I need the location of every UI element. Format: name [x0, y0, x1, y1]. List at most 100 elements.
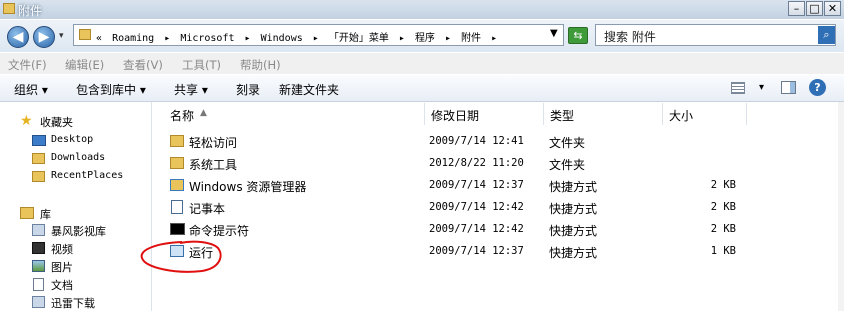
file-row[interactable]: 记事本 2009/7/14 12:42 快捷方式 2 KB [164, 197, 764, 218]
breadcrumb-item-programs[interactable]: 程序 [415, 33, 435, 44]
downloads-folder-icon [32, 153, 45, 164]
file-type: 快捷方式 [549, 224, 598, 238]
file-modified: 2009/7/14 12:42 [429, 201, 524, 213]
column-header-row: 名称 ▲ 修改日期 类型 大小 [164, 103, 838, 125]
column-header-size[interactable]: 大小 [663, 103, 747, 125]
recent-places-icon [32, 171, 45, 182]
share-button[interactable]: 共享 ▾ [174, 81, 208, 98]
menu-view[interactable]: 查看(V) [123, 57, 163, 73]
nav-item-label: 暴风影视库 [51, 225, 106, 238]
desktop-icon [32, 135, 46, 146]
breadcrumb-item-accessories[interactable]: 附件 [461, 33, 481, 44]
folder-icon [170, 157, 184, 169]
breadcrumb-separator[interactable]: ▸ [491, 33, 497, 44]
file-name: 系统工具 [189, 158, 238, 172]
library-icon [20, 207, 34, 219]
column-header-label: 大小 [669, 109, 694, 123]
breadcrumb-separator[interactable]: ▸ [313, 33, 319, 44]
file-name: 记事本 [189, 202, 226, 216]
file-modified: 2009/7/14 12:37 [429, 179, 524, 191]
organize-button[interactable]: 组织 ▾ [14, 81, 48, 98]
notepad-icon [171, 200, 183, 214]
file-row[interactable]: Windows 资源管理器 2009/7/14 12:37 快捷方式 2 KB [164, 175, 764, 196]
file-modified: 2009/7/14 12:42 [429, 223, 524, 235]
recent-pages-dropdown[interactable]: ▾ [59, 31, 64, 41]
file-size: 2 KB [710, 223, 736, 235]
star-icon: ★ [20, 113, 33, 129]
search-placeholder: 搜索 附件 [604, 30, 656, 44]
preview-pane-icon[interactable] [781, 81, 796, 94]
address-bar[interactable]: « Roaming ▸ Microsoft ▸ Windows ▸ 「开始」菜单… [73, 24, 564, 46]
column-header-label: 类型 [550, 109, 575, 123]
file-size: 1 KB [710, 245, 736, 257]
view-options-icon[interactable] [731, 82, 745, 94]
file-type: 快捷方式 [549, 180, 598, 194]
nav-item-label: Desktop [51, 134, 94, 145]
file-modified: 2012/8/22 11:20 [429, 157, 524, 169]
download-folder-icon [32, 296, 45, 308]
file-modified: 2009/7/14 12:37 [429, 245, 524, 257]
new-folder-button[interactable]: 新建文件夹 [279, 81, 339, 98]
file-row[interactable]: 系统工具 2012/8/22 11:20 文件夹 [164, 153, 764, 174]
help-icon[interactable]: ? [809, 79, 826, 96]
include-in-library-button[interactable]: 包含到库中 ▾ [76, 81, 146, 98]
pictures-icon [32, 260, 45, 272]
library-folder-icon [32, 224, 45, 236]
red-circle-annotation [140, 240, 222, 273]
menu-tools[interactable]: 工具(T) [182, 57, 221, 73]
folder-icon [79, 29, 91, 40]
breadcrumb-item-start-menu[interactable]: 「开始」菜单 [329, 33, 389, 44]
minimize-button[interactable]: – [788, 1, 805, 16]
file-row[interactable]: 轻松访问 2009/7/14 12:41 文件夹 [164, 131, 764, 152]
breadcrumb-separator[interactable]: ▸ [445, 33, 451, 44]
file-modified: 2009/7/14 12:41 [429, 135, 524, 147]
search-input[interactable]: 搜索 附件 ⌕ [595, 24, 836, 46]
close-button[interactable]: ✕ [824, 1, 841, 16]
nav-favorites-label: 收藏夹 [40, 116, 73, 129]
breadcrumb-item-roaming[interactable]: Roaming [112, 33, 154, 44]
breadcrumb-separator[interactable]: ▸ [399, 33, 405, 44]
nav-item-label: 文档 [51, 279, 73, 292]
menu-edit[interactable]: 编辑(E) [65, 57, 104, 73]
folder-icon [170, 135, 184, 147]
file-row[interactable]: 命令提示符 2009/7/14 12:42 快捷方式 2 KB [164, 219, 764, 240]
burn-button[interactable]: 刻录 [236, 81, 260, 98]
column-header-name[interactable]: 名称 ▲ [164, 103, 425, 125]
search-icon[interactable]: ⌕ [818, 26, 835, 44]
breadcrumb-item-microsoft[interactable]: Microsoft [180, 33, 234, 44]
column-header-label: 修改日期 [431, 109, 480, 123]
command-bar: 组织 ▾ 包含到库中 ▾ 共享 ▾ 刻录 新建文件夹 ▾ ? [0, 75, 844, 102]
breadcrumb-separator[interactable]: ▸ [245, 33, 251, 44]
file-name: 命令提示符 [189, 224, 250, 238]
nav-libraries-label: 库 [40, 208, 51, 221]
cmd-icon [170, 223, 185, 235]
file-row[interactable]: 运行 2009/7/14 12:37 快捷方式 1 KB [164, 241, 764, 262]
file-name: 轻松访问 [189, 136, 238, 150]
nav-item-label: Downloads [51, 152, 106, 163]
address-dropdown-icon[interactable]: ▼ [550, 28, 558, 39]
refresh-button[interactable]: ⇆ [568, 27, 588, 44]
explorer-icon [170, 179, 184, 191]
forward-button[interactable]: ▶ [33, 26, 55, 48]
breadcrumb-overflow[interactable]: « [96, 33, 102, 44]
column-header-label: 名称 [170, 109, 195, 123]
menu-help[interactable]: 帮助(H) [240, 57, 281, 73]
column-header-modified[interactable]: 修改日期 [425, 103, 544, 125]
breadcrumb-item-windows[interactable]: Windows [261, 33, 303, 44]
menu-bar: 文件(F) 编辑(E) 查看(V) 工具(T) 帮助(H) [0, 53, 844, 74]
title-bar: 附件 – □ ✕ [0, 0, 844, 19]
nav-item-label: RecentPlaces [51, 170, 124, 181]
view-options-dropdown[interactable]: ▾ [759, 82, 764, 93]
breadcrumb-separator[interactable]: ▸ [164, 33, 170, 44]
nav-item-label: 图片 [51, 261, 73, 274]
nav-item-label: 视频 [51, 243, 73, 256]
back-button[interactable]: ◀ [7, 26, 29, 48]
column-header-type[interactable]: 类型 [544, 103, 663, 125]
file-size: 2 KB [710, 201, 736, 213]
documents-icon [33, 278, 44, 291]
file-size: 2 KB [710, 179, 736, 191]
maximize-button[interactable]: □ [806, 1, 823, 16]
vertical-scrollbar[interactable] [838, 102, 844, 311]
menu-file[interactable]: 文件(F) [8, 57, 47, 73]
nav-item-label: 迅雷下载 [51, 297, 95, 310]
